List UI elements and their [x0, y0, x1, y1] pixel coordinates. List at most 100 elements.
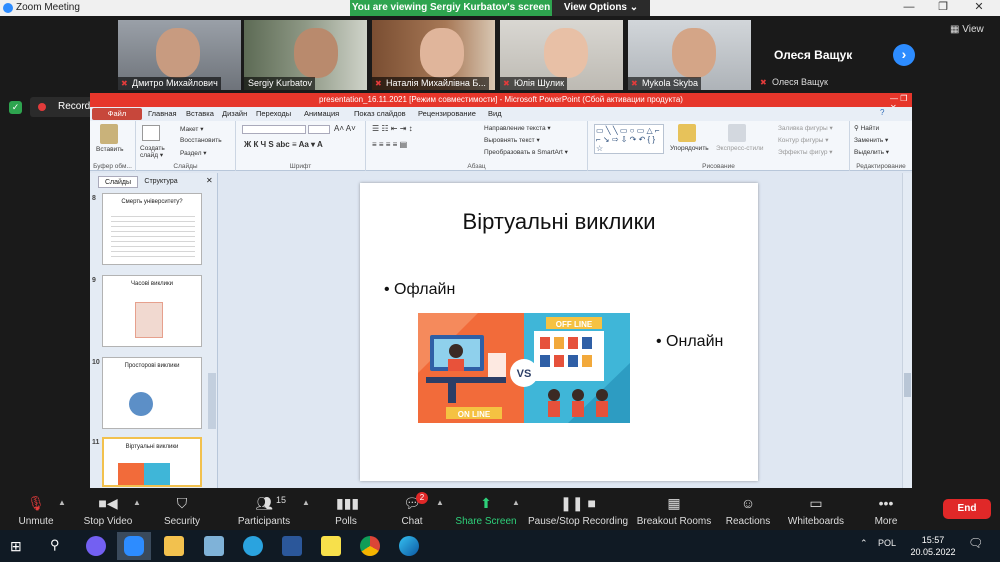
find-button[interactable]: ⚲ Найти	[854, 124, 879, 132]
participant-name-tile[interactable]: Олеся Ващук Олеся Ващук ✖	[756, 20, 886, 90]
search-icon[interactable]: ⚲	[50, 537, 60, 553]
slide-number: 10	[92, 359, 100, 366]
help-icon[interactable]: ?	[880, 108, 884, 117]
list-icons[interactable]: ☰ ☷ ⇤ ⇥ ↕	[372, 124, 413, 133]
select-button[interactable]: Выделить ▾	[854, 148, 889, 156]
participant-tile[interactable]: Юлія Шулик ✖	[500, 20, 623, 90]
view-button[interactable]: ▦ View	[950, 24, 984, 35]
video-options-caret-icon[interactable]: ▲	[133, 498, 141, 507]
participant-tile[interactable]: Mykola Skyba ✖	[628, 20, 751, 90]
edge-icon[interactable]	[399, 536, 419, 556]
window-title: Zoom Meeting	[16, 2, 80, 13]
taskbar-clock[interactable]: 15:57 20.05.2022	[906, 534, 960, 558]
security-button[interactable]: ⛉ Security	[142, 492, 222, 528]
tab-insert[interactable]: Вставка	[186, 109, 214, 118]
panel-scrollbar[interactable]	[208, 373, 216, 429]
font-size-box[interactable]	[308, 125, 330, 134]
layout-button[interactable]: Макет ▾	[180, 125, 203, 133]
participant-tile[interactable]: Дмитро Михайлович ✖	[118, 20, 241, 90]
scrollbar-thumb[interactable]	[904, 373, 911, 397]
tab-slides[interactable]: Слайды	[98, 176, 138, 188]
shape-fill-button[interactable]: Заливка фигуры ▾	[778, 124, 833, 132]
smartart-button[interactable]: Преобразовать в SmartArt ▾	[484, 148, 568, 156]
tab-outline[interactable]: Структура	[140, 176, 182, 188]
current-slide[interactable]: Віртуальні виклики • Офлайн • Онлайн VS …	[360, 183, 758, 481]
tab-animation[interactable]: Анимация	[304, 109, 339, 118]
slide-thumbnail-selected[interactable]: Віртуальні виклики	[102, 437, 202, 487]
window-title-bar: Zoom Meeting You are viewing Sergiy Kurb…	[0, 0, 1000, 16]
participant-tile[interactable]: Sergiy Kurbatov	[244, 20, 367, 90]
participant-face	[420, 28, 464, 78]
arrange-button[interactable]: Упорядочить	[670, 145, 709, 152]
maximize-icon[interactable]: ❐	[930, 0, 956, 16]
more-button[interactable]: ••• More	[846, 492, 926, 528]
minimize-icon[interactable]: —	[896, 0, 922, 16]
chat-unread-badge: 2	[416, 492, 428, 504]
close-icon[interactable]: ✕	[966, 0, 992, 16]
participants-button[interactable]: 👥︎ 15 Participants	[224, 492, 304, 528]
quick-styles-icon[interactable]	[728, 124, 746, 142]
paste-label[interactable]: Вставить	[96, 146, 124, 153]
grid-icon: ▦	[950, 24, 963, 35]
tray-chevron-icon[interactable]: ⌃	[860, 538, 868, 549]
share-caret-icon[interactable]: ▲	[512, 498, 520, 507]
tab-view[interactable]: Вид	[488, 109, 502, 118]
word-icon[interactable]	[282, 536, 302, 556]
new-slide-icon[interactable]	[142, 125, 160, 141]
bold-italic-underline-icons[interactable]: Ж К Ч S abc ≡ Aa ▾ A	[244, 140, 323, 149]
tab-design[interactable]: Дизайн	[222, 109, 247, 118]
text-direction-button[interactable]: Направление текста ▾	[484, 124, 551, 132]
ppt-ribbon: Вставить Буфер обм... Создать слайд ▾ Ма…	[90, 121, 912, 171]
online-text: ON LINE	[458, 410, 491, 419]
file-explorer-icon[interactable]	[164, 536, 184, 556]
breakout-rooms-button[interactable]: ▦ Breakout Rooms	[634, 492, 714, 528]
notifications-icon[interactable]: 🗨︎	[968, 536, 983, 550]
quick-styles-button[interactable]: Экспресс-стили	[716, 145, 764, 152]
tab-transitions[interactable]: Переходы	[256, 109, 291, 118]
keyboard-language[interactable]: POL	[878, 538, 896, 548]
share-screen-arrow-icon: ⬆	[480, 495, 492, 511]
participant-tile[interactable]: Наталія Михайлівна Б... ✖	[372, 20, 495, 90]
paste-icon[interactable]	[100, 124, 118, 144]
slide-thumbnail[interactable]: Смерть університету?	[102, 193, 202, 265]
tab-slideshow[interactable]: Показ слайдов	[354, 109, 406, 118]
notes-app-icon[interactable]	[204, 536, 224, 556]
slide-thumbnail[interactable]: Просторові виклики	[102, 357, 202, 429]
shape-outline-button[interactable]: Контур фигуры ▾	[778, 136, 829, 144]
viber-icon[interactable]	[86, 536, 106, 556]
arrange-icon[interactable]	[678, 124, 696, 142]
close-panel-icon[interactable]: ✕	[206, 176, 213, 185]
tab-review[interactable]: Рецензирование	[418, 109, 476, 118]
tab-home[interactable]: Главная	[148, 109, 177, 118]
slide-thumbnail[interactable]: Часові виклики	[102, 275, 202, 347]
view-options-button[interactable]: View Options ⌄	[552, 0, 650, 16]
end-meeting-button[interactable]: End	[943, 499, 991, 519]
new-slide-label[interactable]: Создать слайд ▾	[140, 145, 170, 159]
audio-options-caret-icon[interactable]: ▲	[58, 498, 66, 507]
slide-work-area: Віртуальні виклики • Офлайн • Онлайн VS …	[220, 173, 912, 488]
slide-scrollbar[interactable]	[902, 173, 912, 488]
next-page-arrow-icon[interactable]: ›	[893, 44, 915, 66]
breakout-rooms-icon: ▦	[667, 495, 681, 511]
section-button[interactable]: Раздел ▾	[180, 149, 207, 157]
whiteboards-button[interactable]: ▭ Whiteboards	[776, 492, 856, 528]
zoom-taskbar-icon[interactable]	[124, 536, 144, 556]
replace-button[interactable]: Заменить ▾	[854, 136, 888, 144]
shapes-gallery[interactable]: ▭ ╲ ╲ ▭ ○ ▭ △ ⌐ ⌐ ↘ ⇨ ⇩ ↷ ↶ { } ☆	[594, 124, 664, 154]
chat-caret-icon[interactable]: ▲	[436, 498, 444, 507]
shared-screen-powerpoint[interactable]: presentation_16.11.2021 [Режим совместим…	[90, 93, 912, 488]
muted-microphone-icon: 🎙︎	[27, 495, 45, 511]
tab-file[interactable]: Файл	[92, 108, 142, 120]
align-text-button[interactable]: Выровнять текст ▾	[484, 136, 540, 144]
font-name-box[interactable]	[242, 125, 306, 134]
pause-stop-recording-button[interactable]: ❚❚ ■ Pause/Stop Recording	[528, 492, 628, 528]
reset-button[interactable]: Восстановить	[180, 137, 222, 144]
editing-group-label: Редактирование	[856, 163, 906, 170]
sticky-notes-icon[interactable]	[321, 536, 341, 556]
telegram-icon[interactable]	[243, 536, 263, 556]
align-icons[interactable]: ≡ ≡ ≡ ≡ ▤	[372, 140, 407, 149]
font-grow-icon[interactable]: A˄ A˅	[334, 124, 356, 133]
windows-start-icon[interactable]: ⊞	[10, 538, 22, 555]
shape-effects-button[interactable]: Эффекты фигур ▾	[778, 148, 833, 156]
chrome-icon[interactable]	[360, 536, 380, 556]
